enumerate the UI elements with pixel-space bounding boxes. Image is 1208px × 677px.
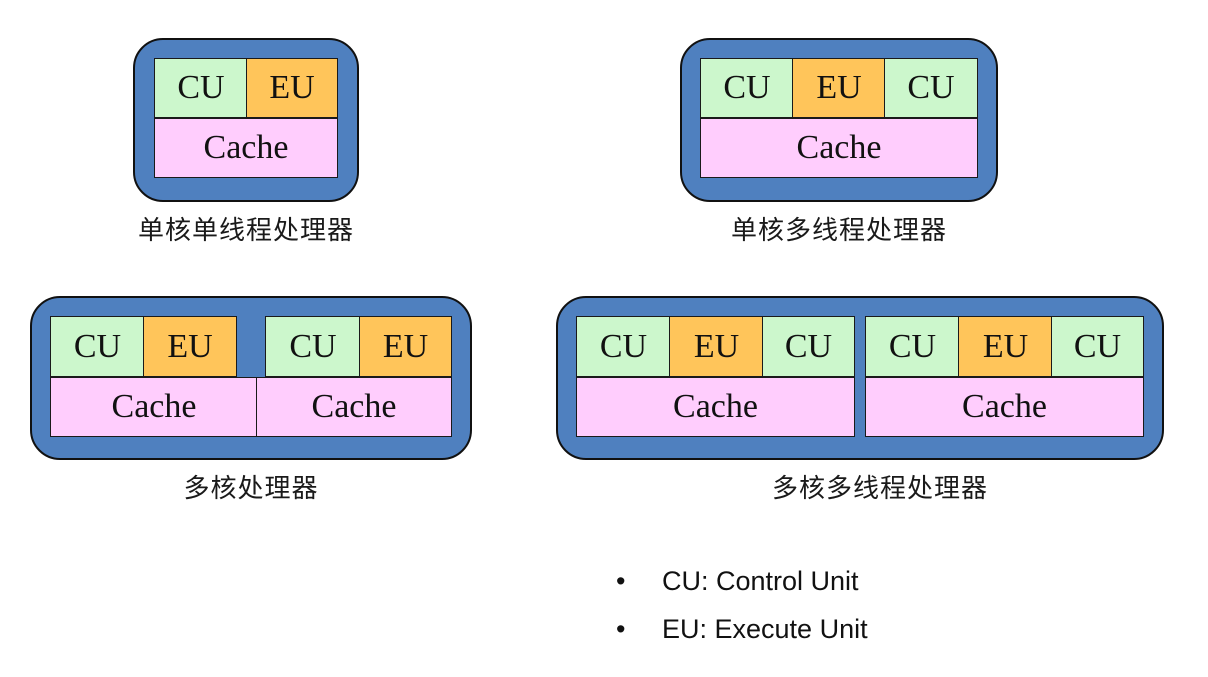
cu-block: CU <box>576 316 671 377</box>
cu-block: CU <box>762 316 855 377</box>
cache-block: Cache <box>700 118 978 178</box>
cache-block: Cache <box>576 377 855 437</box>
cu-block: CU <box>865 316 960 377</box>
diagram-caption: 多核多线程处理器 <box>771 474 988 504</box>
diagram-caption: 单核单线程处理器 <box>137 216 354 246</box>
eu-block: EU <box>359 316 452 377</box>
cache-block: Cache <box>256 377 452 437</box>
cu-block: CU <box>50 316 145 377</box>
legend-text: CU: Control Unit <box>662 566 859 596</box>
cache-block: Cache <box>50 377 258 437</box>
cu-block: CU <box>700 58 794 118</box>
cache-block: Cache <box>154 118 338 178</box>
bullet-icon: • <box>616 566 626 596</box>
bullet-icon: • <box>616 614 626 644</box>
eu-block: EU <box>143 316 237 377</box>
eu-block: EU <box>246 58 338 118</box>
diagram-caption: 多核处理器 <box>183 474 319 504</box>
eu-block: EU <box>958 316 1053 377</box>
cache-block: Cache <box>865 377 1144 437</box>
cu-block: CU <box>1051 316 1144 377</box>
legend-item-cu: • CU: Control Unit <box>616 566 859 597</box>
cu-block: CU <box>265 316 361 377</box>
cu-block: CU <box>884 58 978 118</box>
eu-block: EU <box>792 58 886 118</box>
legend-item-eu: • EU: Execute Unit <box>616 614 868 645</box>
legend-text: EU: Execute Unit <box>662 614 868 644</box>
diagram-caption: 单核多线程处理器 <box>730 216 947 246</box>
eu-block: EU <box>669 316 764 377</box>
cu-block: CU <box>154 58 248 118</box>
